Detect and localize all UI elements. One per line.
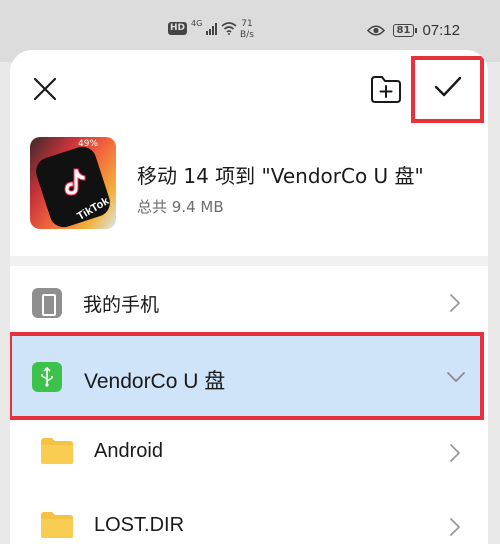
folder-icon xyxy=(41,512,73,538)
network-type: 4G xyxy=(191,19,203,28)
close-icon[interactable] xyxy=(32,76,58,102)
new-folder-icon[interactable] xyxy=(370,74,402,104)
folder-label: LOST.DIR xyxy=(94,514,185,536)
location-label: 我的手机 xyxy=(83,294,160,316)
dialog-subtitle: 总共 9.4 MB xyxy=(137,198,224,216)
section-divider xyxy=(10,256,488,266)
chevron-right-icon xyxy=(450,518,460,536)
network-speed: 71 B/s xyxy=(240,19,254,41)
tiktok-note-icon xyxy=(64,168,86,196)
chevron-right-icon xyxy=(450,444,460,462)
move-dialog: 49% TikTok 移动 14 项到 "VendorCo U 盘" 总共 9.… xyxy=(10,50,488,544)
speed-value: 71 xyxy=(241,19,253,29)
chevron-down-icon xyxy=(447,372,465,382)
file-thumbnail: 49% TikTok xyxy=(30,137,116,229)
speed-unit: B/s xyxy=(240,30,254,40)
checkmark-icon xyxy=(434,76,462,97)
location-my-phone[interactable]: 我的手机 xyxy=(10,266,488,340)
system-indicators: 81 07:12 xyxy=(366,22,460,39)
hd-badge: HD xyxy=(168,22,188,35)
wifi-icon xyxy=(221,22,237,35)
dialog-title: 移动 14 项到 "VendorCo U 盘" xyxy=(137,164,424,188)
location-usb-drive[interactable]: VendorCo U 盘 xyxy=(10,332,484,420)
usb-icon xyxy=(32,362,62,392)
folder-android[interactable]: Android xyxy=(10,416,488,490)
folder-icon xyxy=(41,438,73,464)
chevron-right-icon xyxy=(450,294,460,312)
clock: 07:12 xyxy=(422,22,460,39)
confirm-button[interactable] xyxy=(411,56,484,123)
phone-icon xyxy=(32,288,62,318)
dialog-toolbar xyxy=(10,50,488,130)
eye-icon xyxy=(366,25,385,36)
folder-lost-dir[interactable]: LOST.DIR xyxy=(10,490,488,544)
network-indicators: HD 4G xyxy=(168,19,237,35)
location-label: VendorCo U 盘 xyxy=(84,370,226,393)
folder-label: Android xyxy=(94,440,163,462)
battery-icon: 81 xyxy=(392,24,418,37)
signal-icon xyxy=(206,22,218,35)
move-summary: 49% TikTok 移动 14 项到 "VendorCo U 盘" 总共 9.… xyxy=(10,132,488,252)
